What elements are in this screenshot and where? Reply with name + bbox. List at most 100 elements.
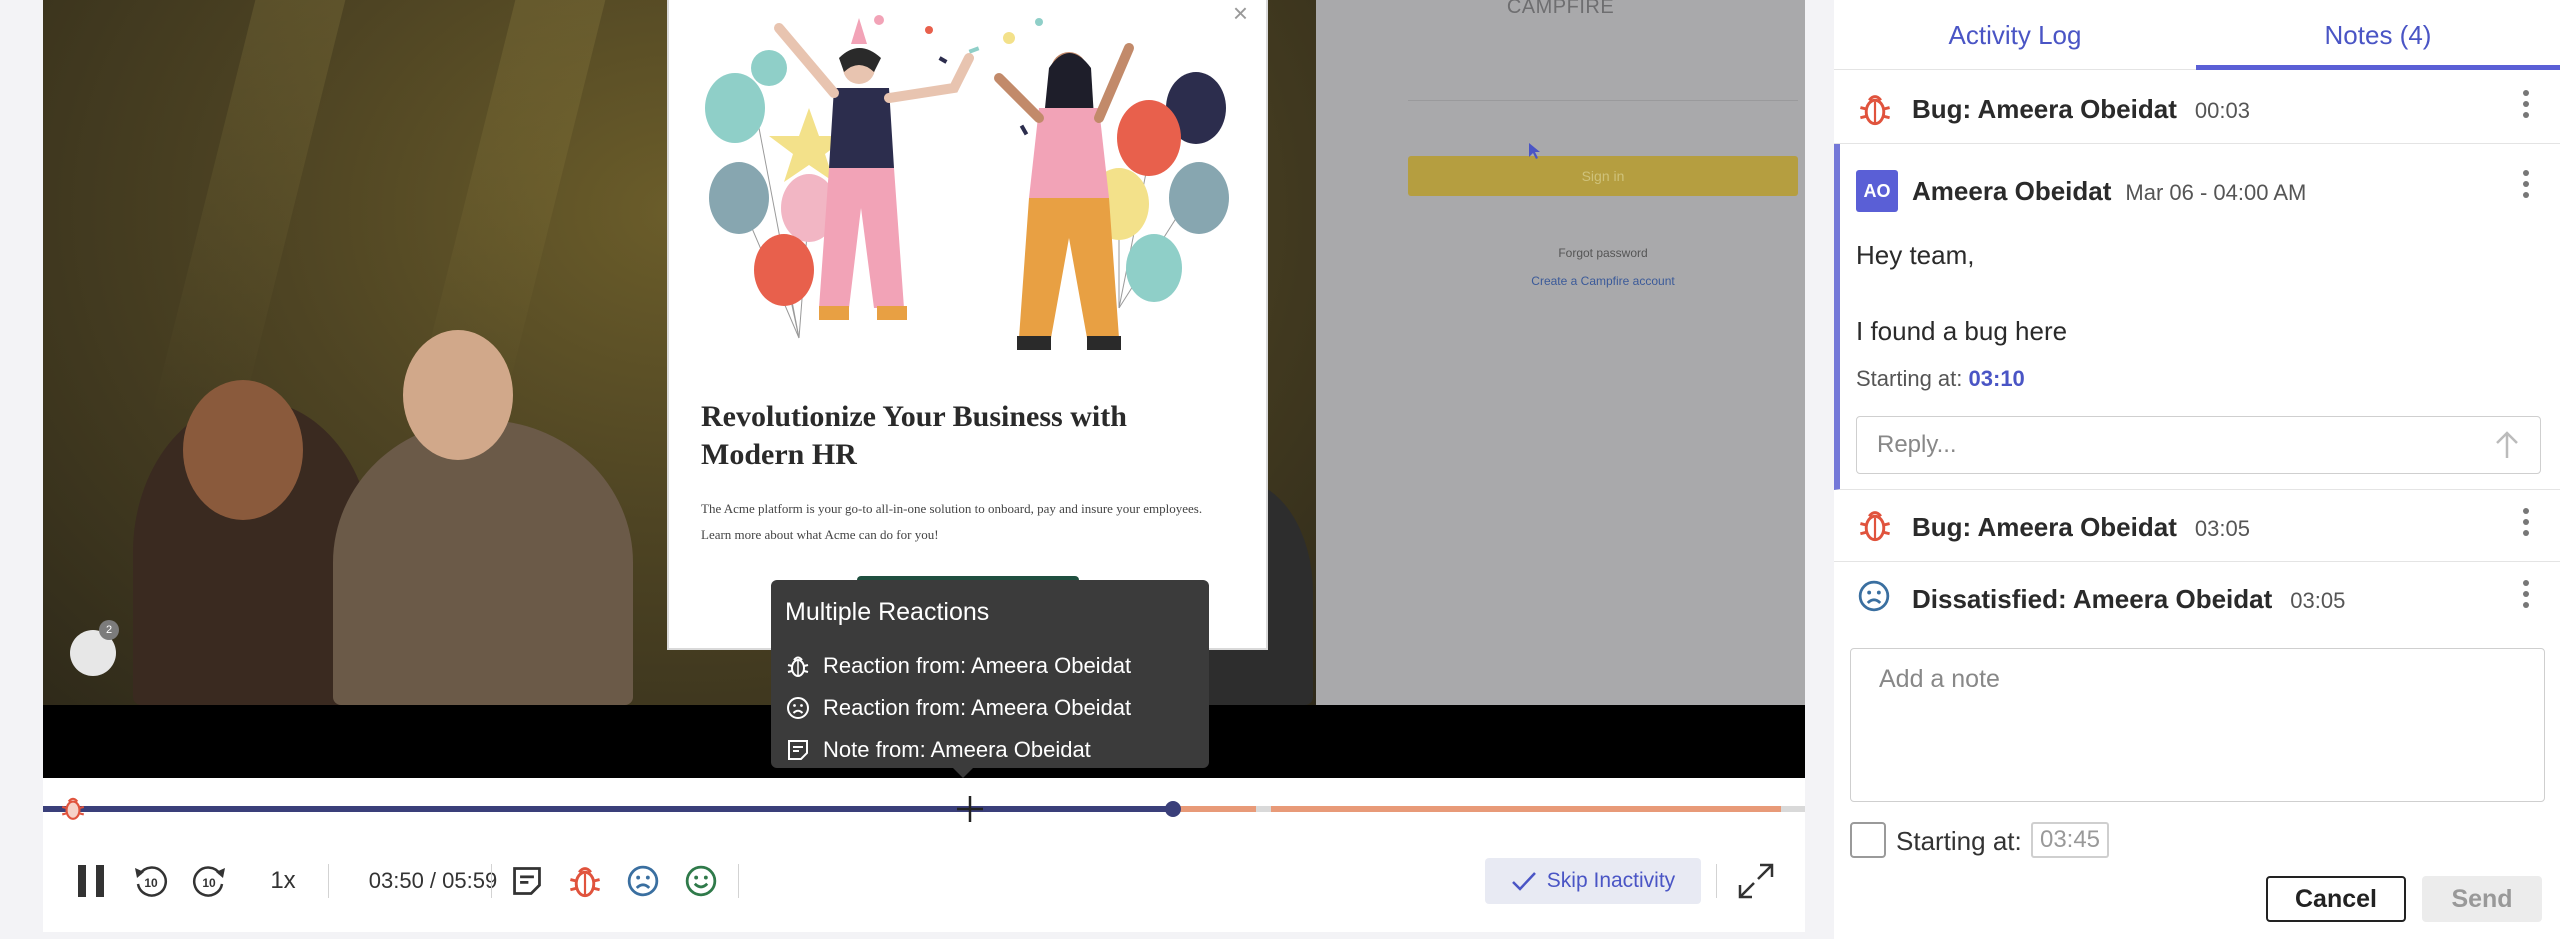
bug-icon (1860, 511, 1890, 542)
item-timestamp: 00:03 (2194, 98, 2250, 123)
avatar: AO (1856, 170, 1898, 212)
more-options-icon[interactable] (2522, 508, 2530, 541)
more-options-icon[interactable] (2522, 580, 2530, 613)
inactivity-segment (1271, 806, 1781, 812)
fullscreen-icon (1738, 863, 1774, 899)
viewer-count-badge: 2 (99, 620, 119, 640)
popup-description-line-1: The Acme platform is your go-to all-in-o… (701, 501, 1203, 516)
separator (738, 864, 739, 898)
list-item[interactable]: Bug: Ameera Obeidat 00:03 (1834, 72, 2560, 144)
reply-input[interactable] (1856, 416, 2541, 474)
satisfied-reaction-button[interactable] (679, 850, 723, 912)
player-controls: 10 10 1x 03:50 / 05:59 Skip Inactivity (43, 850, 1805, 912)
tooltip-row-text: Note from: Ameera Obeidat (823, 737, 1091, 762)
forward-10-button[interactable]: 10 (187, 850, 231, 912)
item-title: Dissatisfied: Ameera Obeidat 03:05 (1912, 584, 2345, 615)
check-icon (1511, 872, 1536, 891)
more-options-icon[interactable] (2522, 90, 2530, 123)
bug-icon (570, 867, 600, 898)
starting-at-label: Starting at: (1856, 366, 1963, 391)
sad-face-icon (627, 865, 659, 897)
bug-icon (787, 656, 809, 677)
separator (1716, 864, 1717, 898)
cancel-button[interactable]: Cancel (2266, 876, 2406, 922)
session-player: CAMPFIRE Sign in Forgot password Create … (43, 0, 1805, 932)
playback-timeline[interactable] (43, 796, 1805, 822)
tooltip-row-sad: Reaction from: Ameera Obeidat (785, 687, 1195, 729)
tooltip-row-text: Reaction from: Ameera Obeidat (823, 695, 1132, 720)
item-title-text: Bug: Ameera Obeidat (1912, 94, 2177, 124)
popup-description-line-2: Learn more about what Acme can do for yo… (701, 527, 939, 542)
multiple-reactions-marker-icon[interactable] (955, 794, 985, 824)
starting-at-time-field[interactable] (2031, 822, 2109, 858)
tab-label: Notes (4) (2324, 19, 2432, 50)
note-body-line-1: Hey team, (1856, 240, 1975, 270)
forgot-password-link: Forgot password (1558, 246, 1648, 260)
item-title: Bug: Ameera Obeidat 00:03 (1912, 94, 2250, 125)
arrow-up-icon[interactable] (2492, 428, 2522, 462)
close-icon[interactable]: × (1233, 0, 1248, 29)
timeline-scrubber[interactable] (1165, 801, 1181, 817)
add-note-button[interactable] (505, 850, 549, 912)
forward-10-icon: 10 (193, 866, 225, 897)
bug-reaction-button[interactable] (563, 850, 607, 912)
note-icon (788, 740, 808, 760)
inactivity-segment (1176, 806, 1256, 812)
starting-at-label: Starting at: (1896, 826, 2022, 856)
promo-popup: × Revolutionize Your Business with Moder… (669, 0, 1266, 648)
note-icon (513, 867, 541, 895)
rewind-10-button[interactable]: 10 (129, 850, 173, 912)
timecode: 03:50 / 05:59 (343, 850, 523, 912)
sad-face-icon (1858, 580, 1890, 612)
note-date: Mar 06 - 04:00 AM (2125, 180, 2307, 205)
create-account-link: Create a Campfire account (1531, 274, 1675, 288)
bug-icon (1860, 95, 1890, 126)
list-item[interactable]: Bug: Ameera Obeidat 03:05 (1834, 490, 2560, 562)
recorded-webpage: CAMPFIRE Sign in Forgot password Create … (1316, 0, 1805, 705)
popup-title: Revolutionize Your Business with Modern … (701, 400, 1127, 471)
tab-activity-log[interactable]: Activity Log (1834, 0, 2196, 70)
pause-icon (78, 865, 104, 897)
bug-marker-icon[interactable] (59, 794, 87, 822)
add-note-textarea[interactable] (1850, 648, 2545, 802)
tooltip-row-text: Reaction from: Ameera Obeidat (823, 653, 1132, 678)
item-title-text: Bug: Ameera Obeidat (1912, 512, 2177, 542)
skip-inactivity-toggle[interactable]: Skip Inactivity (1485, 858, 1701, 904)
separator (328, 864, 329, 898)
starting-at-checkbox[interactable] (1850, 822, 1886, 858)
item-title: Bug: Ameera Obeidat 03:05 (1912, 512, 2250, 543)
dissatisfied-reaction-button[interactable] (621, 850, 665, 912)
note-body-line-2: I found a bug here (1856, 316, 2068, 346)
item-timestamp: 03:05 (2290, 588, 2346, 613)
rewind-10-icon: 10 (135, 866, 167, 897)
tab-notes[interactable]: Notes (4) (2196, 0, 2560, 70)
item-timestamp: 03:05 (2194, 516, 2250, 541)
list-item[interactable]: Dissatisfied: Ameera Obeidat 03:05 (1834, 562, 2560, 634)
input-line (1408, 100, 1798, 101)
tooltip-row-bug: Reaction from: Ameera Obeidat (785, 645, 1195, 687)
reactions-tooltip: Multiple Reactions Reaction from: Ameera… (771, 580, 1209, 778)
fullscreen-button[interactable] (1731, 850, 1781, 912)
pause-button[interactable] (71, 850, 111, 912)
popup-description: The Acme platform is your go-to all-in-o… (701, 496, 1241, 548)
tooltip-title: Multiple Reactions (785, 598, 990, 626)
starting-at-link[interactable]: 03:10 (1969, 366, 2025, 391)
timecode-label: 03:50 / 05:59 (368, 868, 498, 893)
party-illustration (705, 15, 1229, 350)
notes-panel: Activity Log Notes (4) Bug: Ameera Obeid… (1834, 0, 2560, 939)
note-card: AO Ameera Obeidat Mar 06 - 04:00 AM Hey t… (1834, 144, 2560, 490)
mouse-cursor-icon (1529, 143, 1540, 159)
skip-inactivity-label: Skip Inactivity (1546, 869, 1676, 892)
more-options-icon[interactable] (2522, 170, 2530, 203)
svg-text:10: 10 (144, 876, 158, 890)
note-author: Ameera Obeidat Mar 06 - 04:00 AM (1912, 176, 2306, 207)
item-title-text: Dissatisfied: Ameera Obeidat (1912, 584, 2273, 614)
timeline-played (43, 806, 1173, 812)
note-author-name: Ameera Obeidat (1912, 176, 2112, 206)
send-button[interactable]: Send (2422, 876, 2542, 922)
panel-tabs: Activity Log Notes (4) (1834, 0, 2560, 70)
tab-label: Activity Log (1948, 19, 2082, 50)
speed-button[interactable]: 1x (255, 850, 311, 912)
sad-face-icon (787, 697, 809, 719)
speed-label: 1x (270, 867, 296, 894)
